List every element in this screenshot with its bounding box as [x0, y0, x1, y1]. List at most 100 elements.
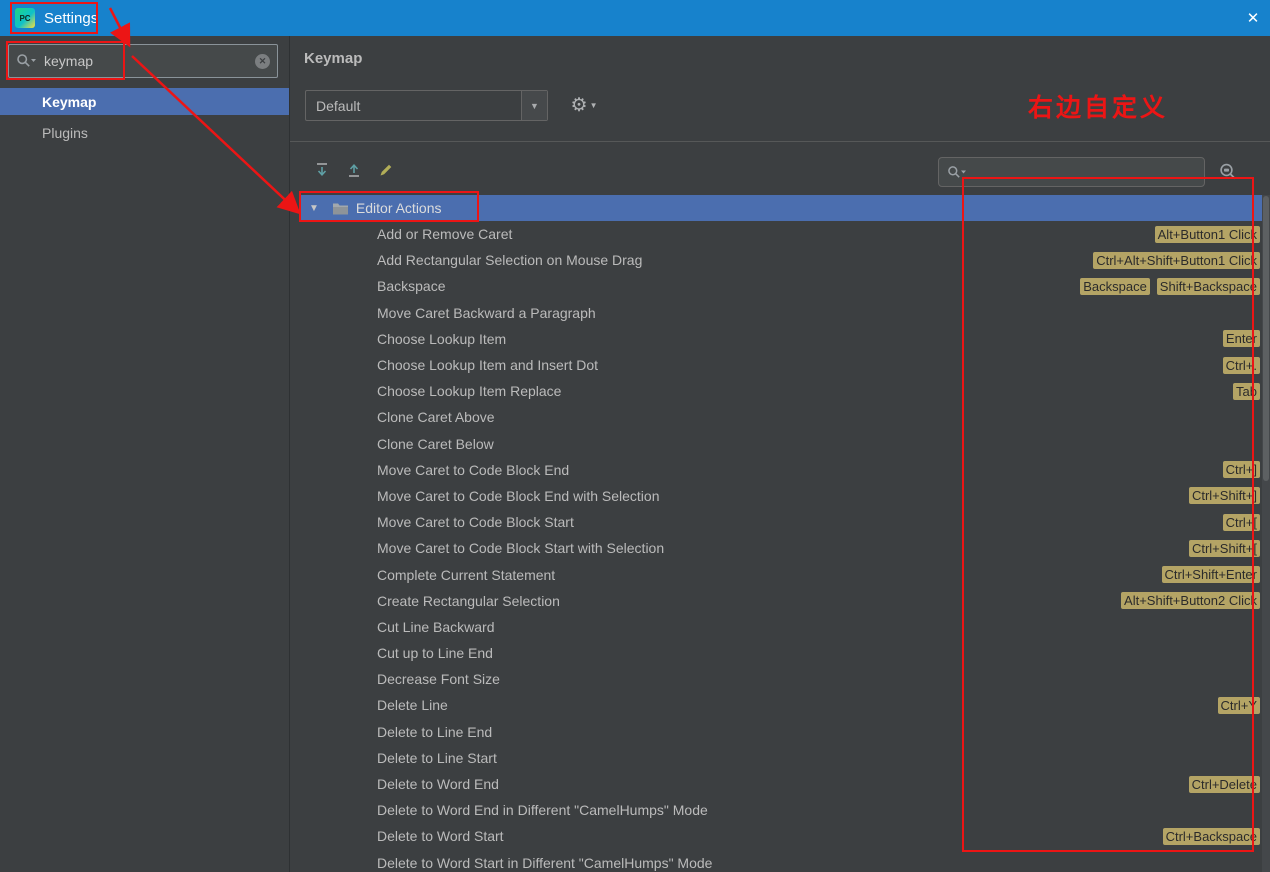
action-row[interactable]: Clone Caret Below — [300, 431, 1262, 457]
settings-nav: Keymap Plugins — [0, 88, 289, 146]
tree-group-editor-actions[interactable]: ▼ Editor Actions — [300, 195, 1262, 221]
action-row[interactable]: Delete to Word Start in Different "Camel… — [300, 850, 1262, 872]
sidebar-item-keymap-label: Keymap — [42, 93, 97, 110]
find-by-shortcut-button[interactable] — [1216, 159, 1242, 185]
clear-search-icon[interactable]: ✕ — [255, 53, 270, 69]
shortcut-badge: Ctrl+[ — [1222, 513, 1260, 531]
action-label: Delete Line — [377, 697, 448, 714]
action-row[interactable]: Clone Caret Above — [300, 404, 1262, 430]
scrollbar-thumb[interactable] — [1263, 196, 1269, 481]
action-row[interactable]: Delete to Line Start — [300, 745, 1262, 771]
action-row[interactable]: Delete to Word Start Ctrl+Backspace — [300, 823, 1262, 849]
settings-sidebar: ✕ Keymap Plugins — [0, 36, 290, 872]
action-row[interactable]: Delete to Line End — [300, 719, 1262, 745]
settings-search-input[interactable] — [42, 52, 255, 70]
settings-search-box[interactable]: ✕ — [8, 44, 278, 78]
shortcut-badge: Backspace — [1080, 277, 1150, 295]
sidebar-item-plugins[interactable]: Plugins — [0, 119, 289, 146]
action-label: Cut up to Line End — [377, 645, 493, 662]
action-label: Choose Lookup Item — [377, 330, 507, 347]
sidebar-item-keymap[interactable]: Keymap — [0, 88, 289, 115]
shortcut-badge: Ctrl+Delete — [1188, 775, 1260, 793]
shortcut-badge: Alt+Shift+Button2 Click — [1121, 592, 1260, 610]
edit-shortcut-button[interactable] — [376, 160, 396, 180]
sidebar-item-plugins-label: Plugins — [42, 124, 88, 141]
action-row[interactable]: Complete Current Statement Ctrl+Shift+En… — [300, 561, 1262, 587]
shortcut-badge: Ctrl+Shift+] — [1188, 487, 1260, 505]
action-row[interactable]: Add or Remove Caret Alt+Button1 Click — [300, 221, 1262, 247]
action-row[interactable]: Create Rectangular Selection Alt+Shift+B… — [300, 588, 1262, 614]
pencil-icon — [380, 164, 392, 176]
window-close-button[interactable]: ✕ — [1236, 0, 1270, 36]
shortcut-badge: Ctrl+Alt+Shift+Button1 Click — [1093, 251, 1260, 269]
shortcut-list: Ctrl+Shift+[ — [1179, 539, 1262, 557]
action-row[interactable]: Move Caret to Code Block Start Ctrl+[ — [300, 509, 1262, 535]
action-row[interactable]: Move Caret to Code Block Start with Sele… — [300, 535, 1262, 561]
shortcut-badge: Ctrl+] — [1222, 461, 1260, 479]
pycharm-logo-icon: PC — [15, 8, 35, 28]
shortcut-badge: Alt+Button1 Click — [1154, 225, 1260, 243]
shortcut-list: Alt+Button1 Click — [1145, 225, 1262, 243]
keymap-scheme-select[interactable]: Default ▼ — [305, 90, 548, 121]
shortcut-list: Ctrl+] — [1213, 461, 1262, 479]
shortcut-list: Backspace Shift+Backspace — [1070, 277, 1262, 295]
shortcut-badge: Shift+Backspace — [1156, 277, 1260, 295]
action-label: Move Caret to Code Block Start — [377, 514, 574, 531]
action-row[interactable]: Cut up to Line End — [300, 640, 1262, 666]
window-titlebar: PC Settings ✕ — [0, 0, 1270, 36]
expand-all-button[interactable] — [312, 160, 332, 180]
action-row[interactable]: Move Caret to Code Block End with Select… — [300, 483, 1262, 509]
shortcut-list: Ctrl+Delete — [1179, 775, 1262, 793]
action-label: Move Caret to Code Block End with Select… — [377, 487, 660, 504]
action-row[interactable]: Delete Line Ctrl+Y — [300, 692, 1262, 718]
action-label: Clone Caret Below — [377, 435, 494, 452]
action-row[interactable]: Backspace Backspace Shift+Backspace — [300, 273, 1262, 299]
collapse-all-button[interactable] — [344, 160, 364, 180]
action-row[interactable]: Decrease Font Size — [300, 666, 1262, 692]
chevron-expanded-icon[interactable]: ▼ — [309, 203, 319, 214]
shortcut-list: Ctrl+Alt+Shift+Button1 Click — [1083, 251, 1262, 269]
action-label: Choose Lookup Item Replace — [377, 383, 562, 400]
shortcut-badge: Ctrl+Y — [1217, 696, 1260, 714]
action-row[interactable]: Move Caret to Code Block End Ctrl+] — [300, 457, 1262, 483]
action-row[interactable]: Choose Lookup Item Replace Tab — [300, 378, 1262, 404]
shortcut-list: Tab — [1223, 382, 1262, 400]
gear-icon: ⚙ — [570, 95, 588, 116]
shortcut-badge: Ctrl+. — [1222, 356, 1260, 374]
shortcut-badge: Enter — [1222, 330, 1260, 348]
action-row[interactable]: Choose Lookup Item Enter — [300, 326, 1262, 352]
shortcut-list: Ctrl+Shift+Enter — [1152, 566, 1263, 584]
action-label: Backspace — [377, 278, 446, 295]
action-label: Delete to Word Start in Different "Camel… — [377, 854, 713, 871]
action-label: Delete to Line End — [377, 723, 493, 740]
action-row[interactable]: Choose Lookup Item and Insert Dot Ctrl+. — [300, 352, 1262, 378]
action-label: Move Caret to Code Block End — [377, 461, 570, 478]
chevron-down-icon[interactable]: ▼ — [521, 91, 547, 120]
expand-all-icon — [317, 163, 327, 176]
action-row[interactable]: Delete to Word End in Different "CamelHu… — [300, 797, 1262, 823]
action-row[interactable]: Move Caret Backward a Paragraph — [300, 300, 1262, 326]
header-divider — [290, 141, 1270, 142]
action-label: Decrease Font Size — [377, 671, 500, 688]
tree-scrollbar[interactable] — [1262, 195, 1270, 872]
folder-icon — [332, 201, 349, 215]
shortcut-badge: Ctrl+Shift+[ — [1188, 539, 1260, 557]
search-icon — [947, 165, 967, 180]
shortcut-list: Ctrl+Y — [1208, 696, 1262, 714]
action-row[interactable]: Add Rectangular Selection on Mouse Drag … — [300, 247, 1262, 273]
shortcut-list: Ctrl+[ — [1213, 513, 1262, 531]
action-label: Delete to Line Start — [377, 749, 497, 766]
keymap-search-input[interactable] — [972, 163, 1196, 181]
action-label: Choose Lookup Item and Insert Dot — [377, 357, 599, 374]
gear-menu-button[interactable]: ⚙ ▼ — [566, 92, 602, 119]
shortcut-badge: Ctrl+Backspace — [1162, 827, 1260, 845]
action-row[interactable]: Delete to Word End Ctrl+Delete — [300, 771, 1262, 797]
action-row[interactable]: Cut Line Backward — [300, 614, 1262, 640]
action-label: Cut Line Backward — [377, 618, 495, 635]
keymap-search-box[interactable] — [938, 157, 1205, 187]
shortcut-list: Enter — [1213, 330, 1262, 348]
action-label: Clone Caret Above — [377, 409, 495, 426]
shortcut-list: Ctrl+. — [1213, 356, 1262, 374]
action-label: Complete Current Statement — [377, 566, 556, 583]
action-label: Create Rectangular Selection — [377, 592, 560, 609]
